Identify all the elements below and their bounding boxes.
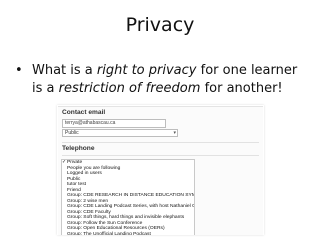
visibility-option-label: Group: Soft things, hard things and invi… — [67, 215, 185, 220]
divider — [62, 142, 259, 143]
bullet-text-part-1: What is a — [32, 63, 97, 78]
visibility-option-label: Logged in users — [67, 171, 102, 176]
visibility-select[interactable]: Public ▾ — [62, 129, 178, 137]
email-field[interactable]: terrya@athabascau.ca — [62, 119, 166, 128]
visibility-option-label: People you are following — [67, 165, 121, 171]
visibility-option-label: Group: 2 wise men — [67, 198, 109, 204]
slide: Privacy • What is a right to privacy for… — [0, 0, 320, 240]
visibility-option-label: Private — [67, 160, 83, 165]
visibility-select-value: Public — [65, 130, 79, 136]
visibility-option-label: Group: The Unofficial Landing Podcast — [67, 231, 151, 236]
visibility-option-label: Group: Open Educational Resources (OERs) — [67, 226, 165, 231]
visibility-option-label: Group: Follow the Sun Conference — [67, 220, 143, 226]
bullet-emphasis-restriction-of-freedom: restriction of freedom — [58, 81, 201, 96]
embedded-screenshot: Contact email terrya@athabascau.ca Publi… — [58, 106, 263, 235]
visibility-option[interactable]: Group: The Unofficial Landing Podcast — [62, 232, 194, 236]
telephone-label: Telephone — [62, 145, 95, 152]
bullet-text: What is a right to privacy for one learn… — [32, 62, 305, 98]
slide-title: Privacy — [125, 14, 195, 36]
visibility-option-label: Group: CDE Faculty — [67, 209, 111, 215]
bullet-marker: • — [15, 63, 23, 78]
chevron-down-icon: ▾ — [173, 130, 176, 136]
contact-email-label: Contact email — [62, 109, 106, 116]
visibility-option-label: Friend — [67, 187, 81, 193]
divider — [62, 155, 259, 156]
visibility-dropdown-list[interactable]: ✓ Private People you are following Logged i… — [61, 159, 195, 235]
bullet-text-part-3: for another! — [200, 81, 283, 96]
visibility-option-label: Group: CDE Landing Podcast Series, with … — [67, 204, 194, 209]
visibility-option-label: Public — [67, 176, 81, 182]
bullet-emphasis-right-to-privacy: right to privacy — [96, 63, 197, 78]
bullet-point: • What is a right to privacy for one lea… — [15, 62, 305, 98]
visibility-option-label: Group: CDE RESEARCH IN DISTANCE EDUCATIO… — [67, 193, 194, 198]
visibility-option-label: tutor test — [67, 182, 87, 187]
